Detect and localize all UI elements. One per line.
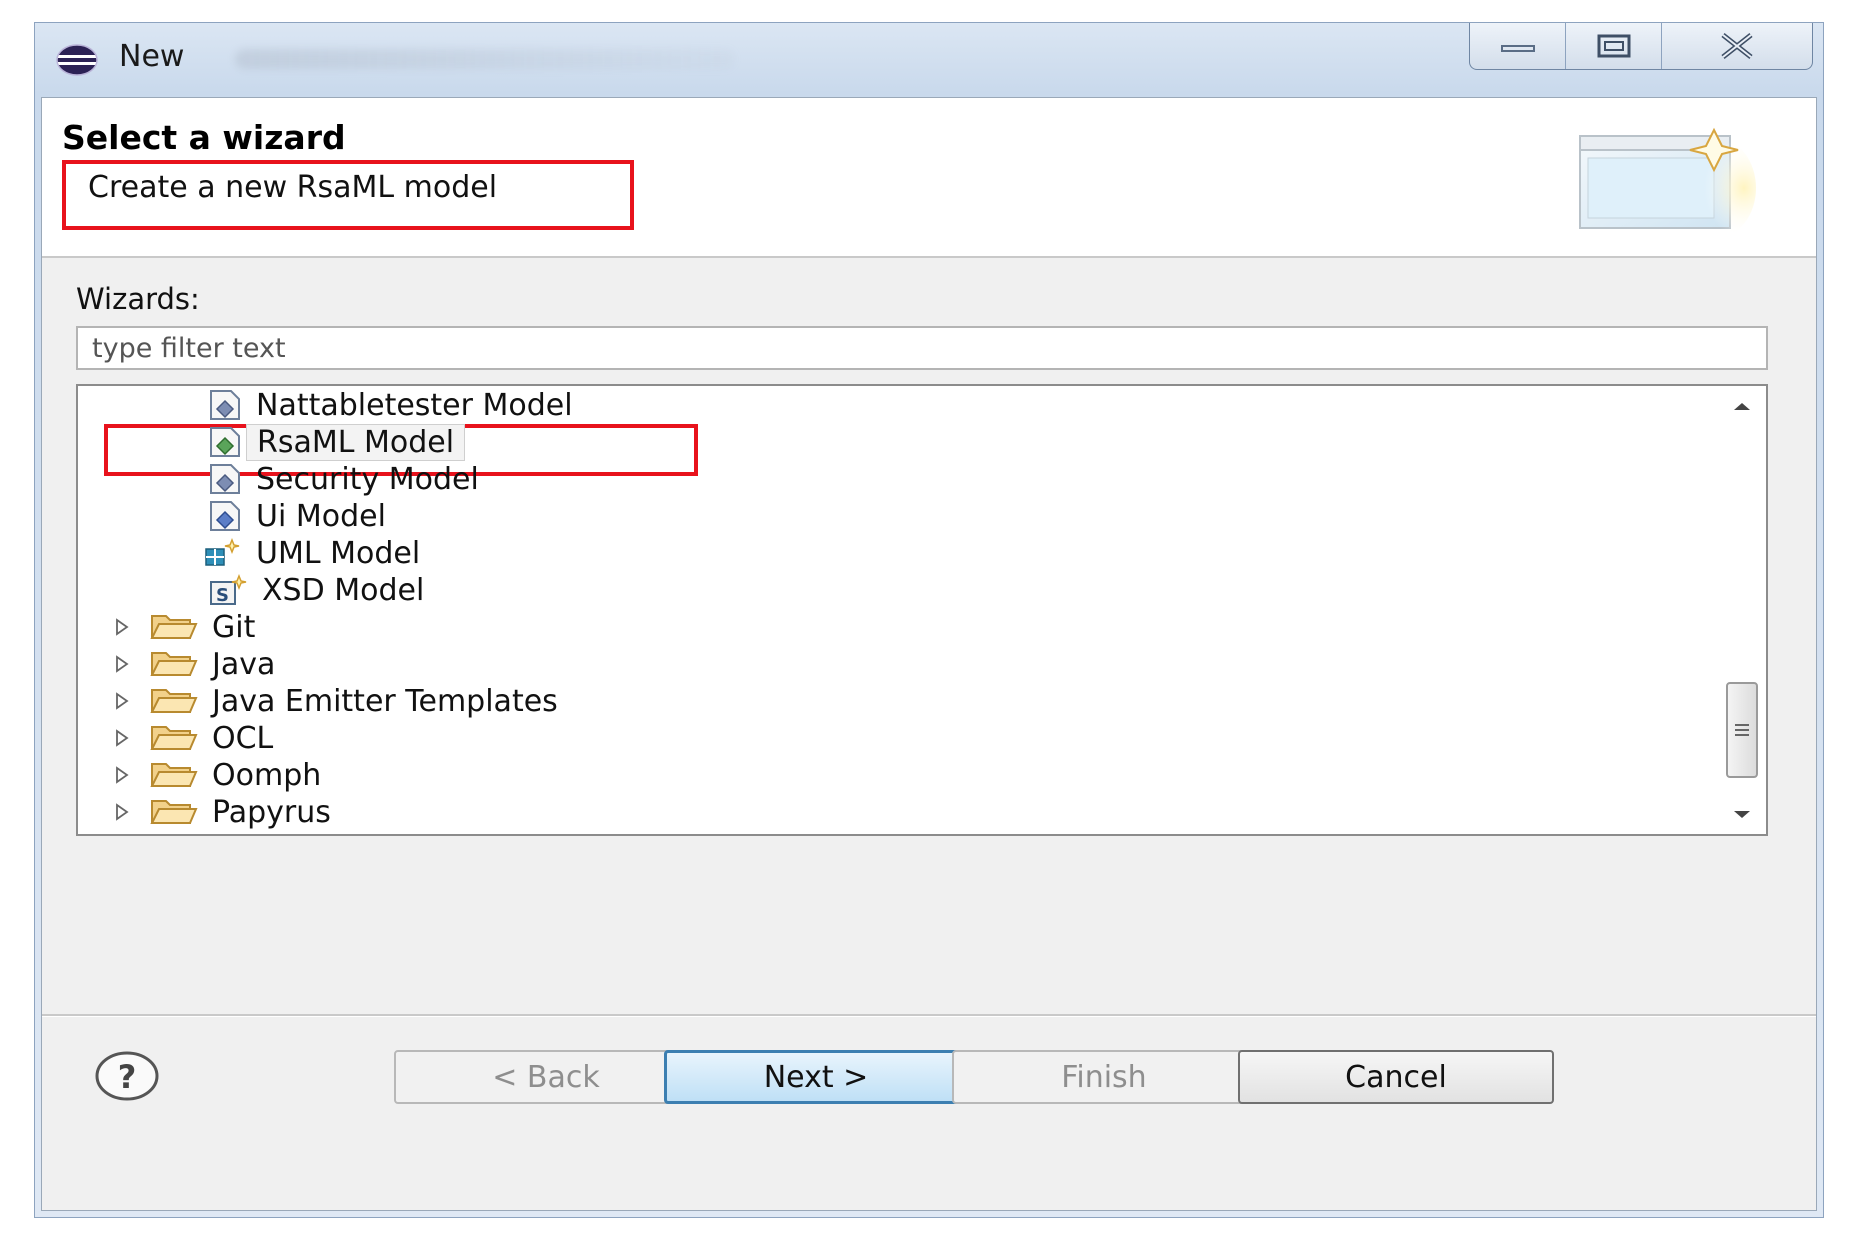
minimize-button[interactable] — [1470, 23, 1566, 69]
folder-icon — [150, 652, 198, 676]
scroll-down-button[interactable] — [1718, 794, 1766, 834]
scroll-up-button[interactable] — [1718, 386, 1766, 426]
next-button[interactable]: Next > — [664, 1050, 968, 1104]
folder-icon — [150, 689, 198, 713]
tree-item-label: Nattabletester Model — [256, 387, 573, 423]
tree-item-label: UML Model — [256, 535, 421, 571]
tree-folder-label: Java — [212, 646, 276, 682]
tree-folder-papyrus[interactable]: Papyrus — [112, 793, 331, 831]
emf-model-icon — [210, 427, 240, 457]
emf-model-icon — [210, 390, 240, 420]
eclipse-icon — [56, 44, 98, 76]
emf-model-icon — [210, 464, 240, 494]
back-button[interactable]: < Back — [394, 1050, 698, 1104]
dialog-content: Select a wizard Create a new RsaML model — [41, 97, 1817, 1211]
folder-icon — [150, 763, 198, 787]
folder-icon — [150, 615, 198, 639]
tree-folder-label: Git — [212, 609, 256, 645]
tree-item-uml-model[interactable]: UML Model — [202, 534, 420, 572]
expand-arrow-icon[interactable] — [112, 802, 132, 822]
tree-item-xsd-model[interactable]: S XSD Model — [208, 571, 424, 609]
tree-folder-git[interactable]: Git — [112, 608, 255, 646]
filter-input[interactable] — [76, 326, 1768, 370]
expand-arrow-icon[interactable] — [112, 728, 132, 748]
tree-folder-label: Papyrus — [212, 794, 331, 830]
maximize-button[interactable] — [1566, 23, 1662, 69]
tree-item-rsaml-model[interactable]: RsaML Model — [208, 423, 466, 461]
tree-item-label: Ui Model — [256, 498, 386, 534]
scroll-up-arrow-icon — [1734, 403, 1750, 410]
window-controls — [1469, 23, 1813, 70]
expand-arrow-icon[interactable] — [112, 617, 132, 637]
title-bar[interactable]: New — [35, 23, 1823, 97]
help-icon[interactable]: ? — [94, 1050, 160, 1102]
expand-arrow-icon[interactable] — [112, 654, 132, 674]
maximize-icon — [1597, 34, 1630, 58]
wizard-tree[interactable]: Nattabletester Model RsaML Model Securit… — [76, 384, 1768, 836]
close-icon — [1721, 33, 1753, 59]
tree-item-label: RsaML Model — [246, 423, 466, 461]
tree-item-label: Security Model — [256, 461, 479, 497]
finish-button[interactable]: Finish — [952, 1050, 1256, 1104]
wizard-header: Select a wizard Create a new RsaML model — [42, 98, 1816, 258]
scroll-down-arrow-icon — [1734, 811, 1750, 818]
folder-icon — [150, 726, 198, 750]
new-wizard-banner-icon — [1579, 127, 1756, 238]
window-title: New — [119, 39, 185, 74]
header-title: Select a wizard — [62, 118, 346, 157]
wizards-label: Wizards: — [76, 282, 200, 316]
tree-folder-java-emitter-templates[interactable]: Java Emitter Templates — [112, 682, 558, 720]
vertical-scrollbar[interactable] — [1718, 386, 1766, 834]
tree-folder-java[interactable]: Java — [112, 645, 275, 683]
tree-item-security-model[interactable]: Security Model — [208, 460, 479, 498]
svg-text:?: ? — [118, 1058, 137, 1096]
blurred-title-text — [235, 49, 735, 69]
svg-text:S: S — [216, 585, 229, 606]
expand-arrow-icon[interactable] — [112, 765, 132, 785]
close-button[interactable] — [1662, 23, 1812, 69]
scroll-thumb[interactable] — [1726, 682, 1758, 778]
footer-separator — [42, 1014, 1816, 1017]
tree-item-ui-model[interactable]: Ui Model — [208, 497, 386, 535]
tree-folder-ocl[interactable]: OCL — [112, 719, 273, 757]
expand-arrow-icon[interactable] — [112, 691, 132, 711]
minimize-icon — [1500, 45, 1535, 52]
uml-model-icon — [205, 537, 240, 566]
folder-icon — [150, 800, 198, 824]
tree-item-nattabletester-model[interactable]: Nattabletester Model — [208, 386, 573, 424]
tree-folder-label: Java Emitter Templates — [212, 683, 558, 719]
cancel-button[interactable]: Cancel — [1238, 1050, 1554, 1104]
header-description: Create a new RsaML model — [88, 170, 498, 205]
tree-folder-label: OCL — [212, 720, 274, 756]
tree-folder-oomph[interactable]: Oomph — [112, 756, 321, 794]
tree-folder-label: Oomph — [212, 757, 322, 793]
xsd-model-icon: S — [210, 574, 247, 606]
grip-icon — [1735, 724, 1749, 736]
tree-item-label: XSD Model — [262, 572, 425, 608]
emf-model-icon — [210, 501, 240, 531]
new-wizard-dialog: New Select a wizard Create a new RsaML m… — [34, 22, 1824, 1218]
